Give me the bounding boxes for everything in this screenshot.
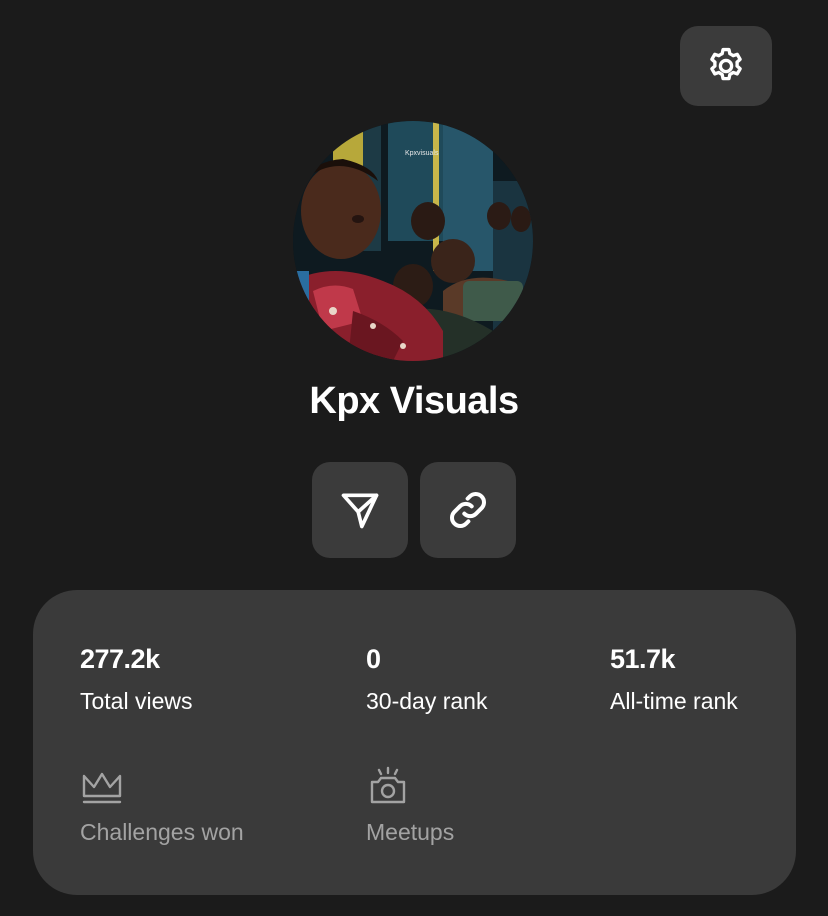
total-views-label: Total views (80, 688, 193, 714)
avatar-caption: Kpxvisuals (405, 150, 439, 157)
all-time-rank-label: All-time rank (610, 688, 738, 714)
stat-total-views: 277.2k Total views (80, 643, 192, 715)
30-day-rank-label: 30-day rank (366, 688, 488, 714)
stat-meetups: Meetups (366, 766, 454, 846)
stat-challenges-won: Challenges won (80, 766, 244, 846)
challenges-won-label: Challenges won (80, 819, 244, 845)
all-time-rank-value: 51.7k (610, 644, 676, 674)
camera-flash-icon (370, 766, 406, 804)
profile-page: Kpxvisuals Kpx Visuals 277.2k Total view… (0, 0, 828, 916)
stats-card: 277.2k Total views 0 30-day rank 51.7k A… (33, 590, 796, 895)
avatar[interactable]: Kpxvisuals (293, 121, 533, 361)
crown-icon (82, 772, 122, 804)
profile-name: Kpx Visuals (309, 380, 519, 422)
settings-button[interactable] (680, 26, 772, 106)
share-profile-button[interactable] (312, 462, 408, 558)
gear-icon (710, 47, 742, 81)
copy-link-button[interactable] (420, 462, 516, 558)
stat-all-time-rank: 51.7k All-time rank (610, 643, 738, 715)
meetups-label: Meetups (366, 819, 455, 845)
link-icon (450, 492, 486, 528)
stat-30-day-rank: 0 30-day rank (366, 643, 487, 715)
total-views-value: 277.2k (80, 644, 160, 674)
send-icon (341, 493, 379, 529)
30-day-rank-value: 0 (366, 644, 381, 674)
avatar-photo: Kpxvisuals (293, 121, 533, 361)
